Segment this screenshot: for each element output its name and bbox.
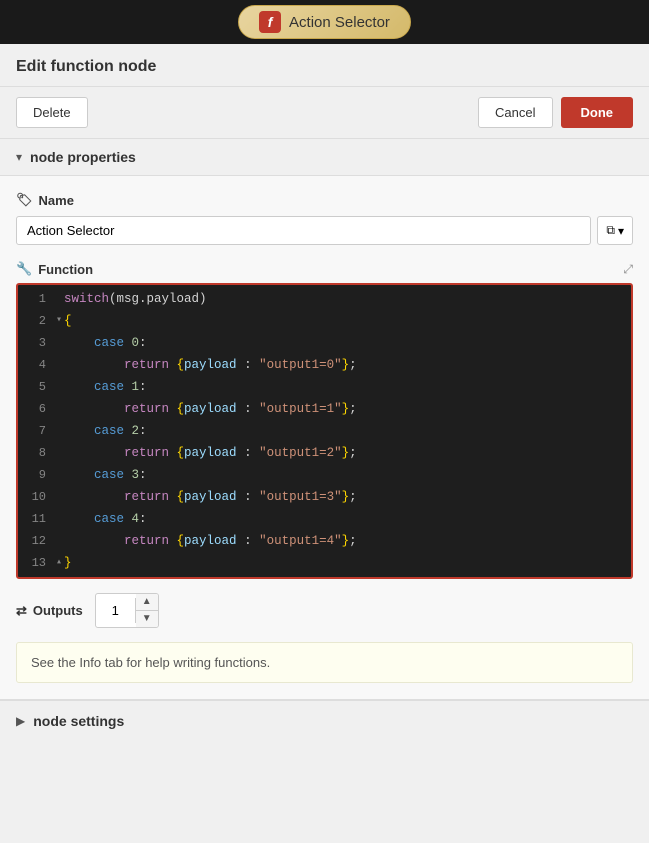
code-line-12: 12 return {payload : "output1=4"}; (18, 530, 631, 552)
done-button[interactable]: Done (561, 97, 634, 128)
info-box: See the Info tab for help writing functi… (16, 642, 633, 683)
chevron-down-icon: ▾ (16, 150, 22, 164)
code-line-13: 13 ▴ } (18, 552, 631, 577)
outputs-row: ⇄ Outputs 1 ▲ ▼ (16, 593, 633, 628)
chevron-right-icon: ▶ (16, 714, 25, 728)
tag-icon: 🏷 (16, 192, 33, 208)
name-row: ⧉ ▾ (16, 216, 633, 245)
outputs-increment-button[interactable]: ▲ (136, 594, 158, 611)
node-properties-header[interactable]: ▾ node properties (0, 139, 649, 176)
code-line-5: 5 case 1: (18, 376, 631, 398)
panel-title: Edit function node (16, 58, 156, 75)
right-buttons: Cancel Done (478, 97, 633, 128)
title-badge: f Action Selector (238, 5, 411, 39)
function-icon: f (259, 11, 281, 33)
spinner-buttons: ▲ ▼ (136, 594, 158, 627)
code-line-9: 9 case 3: (18, 464, 631, 486)
chevron-small-icon: ▾ (618, 224, 624, 238)
function-label-row: 🔧 Function ⤢ (16, 261, 633, 277)
outputs-text: Outputs (33, 603, 83, 618)
node-settings-title: node settings (33, 713, 124, 729)
node-properties-title: node properties (30, 149, 136, 165)
panel-header: Edit function node (0, 44, 649, 87)
outputs-icon: ⇄ (16, 603, 27, 619)
expand-icon[interactable]: ⤢ (623, 262, 633, 277)
code-line-6: 6 return {payload : "output1=1"}; (18, 398, 631, 420)
delete-button[interactable]: Delete (16, 97, 88, 128)
code-line-7: 7 case 2: (18, 420, 631, 442)
code-line-3: 3 case 0: (18, 332, 631, 354)
top-bar: f Action Selector (0, 0, 649, 44)
button-row: Delete Cancel Done (0, 87, 649, 139)
cancel-button[interactable]: Cancel (478, 97, 552, 128)
code-line-10: 10 return {payload : "output1=3"}; (18, 486, 631, 508)
main-panel: Edit function node Delete Cancel Done ▾ … (0, 44, 649, 843)
code-line-4: 4 return {payload : "output1=0"}; (18, 354, 631, 376)
outputs-value: 1 (96, 598, 136, 623)
name-input[interactable] (16, 216, 591, 245)
name-label: 🏷 Name (16, 192, 633, 208)
outputs-spinner[interactable]: 1 ▲ ▼ (95, 593, 159, 628)
node-properties-content: 🏷 Name ⧉ ▾ 🔧 Function ⤢ 1 switch(msg (0, 176, 649, 700)
name-action-button[interactable]: ⧉ ▾ (597, 216, 633, 245)
outputs-decrement-button[interactable]: ▼ (136, 611, 158, 627)
outputs-label: ⇄ Outputs (16, 603, 83, 619)
header-title: Action Selector (289, 14, 390, 31)
code-editor[interactable]: 1 switch(msg.payload) 2 ▾ { 3 case 0: 4 (16, 283, 633, 579)
info-text: See the Info tab for help writing functi… (31, 655, 270, 670)
function-label-left: 🔧 Function (16, 261, 93, 277)
wrench-icon: 🔧 (16, 261, 32, 277)
code-line-2: 2 ▾ { (18, 310, 631, 332)
code-line-8: 8 return {payload : "output1=2"}; (18, 442, 631, 464)
copy-icon: ⧉ (606, 223, 615, 238)
function-field-label: Function (38, 262, 93, 277)
node-settings-header[interactable]: ▶ node settings (0, 700, 649, 741)
code-line-11: 11 case 4: (18, 508, 631, 530)
code-line-1: 1 switch(msg.payload) (18, 285, 631, 310)
name-field-label: Name (39, 193, 74, 208)
